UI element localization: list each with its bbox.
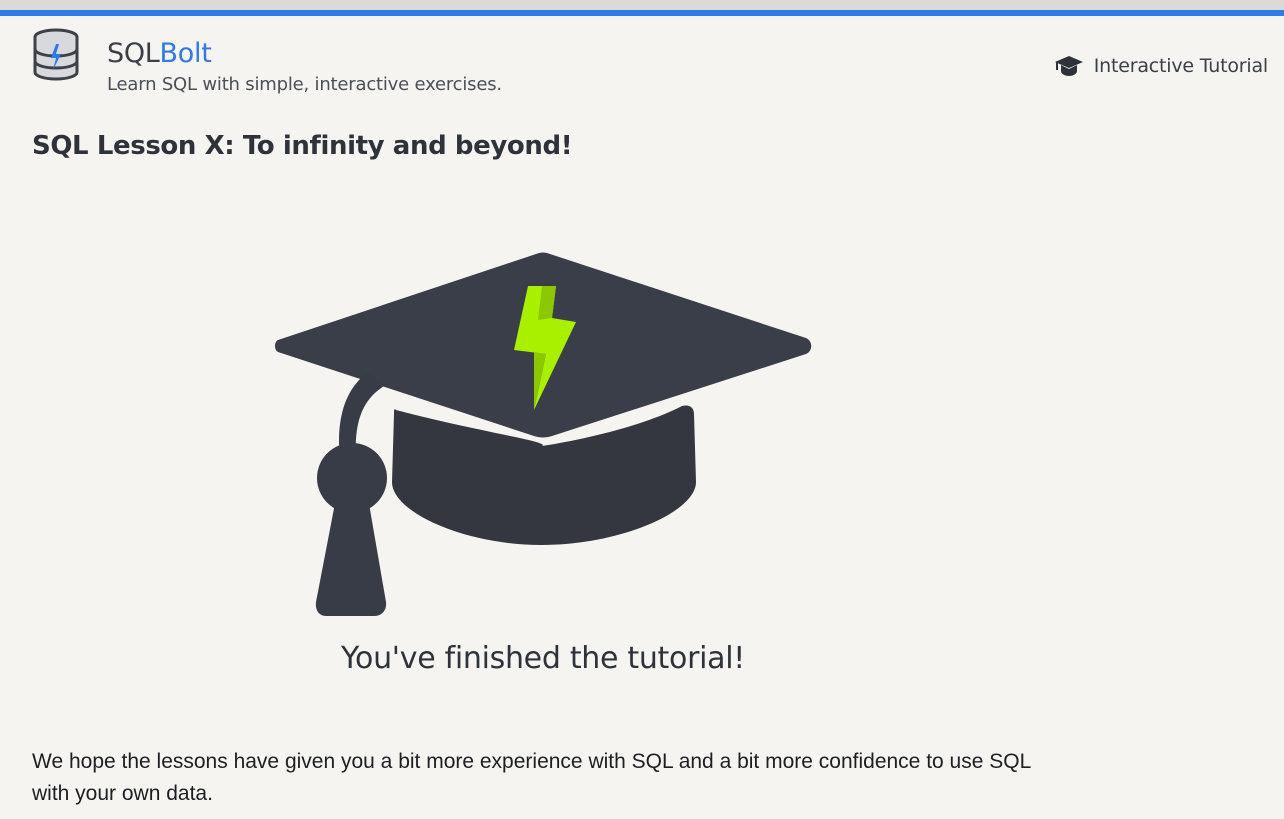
graduation-cap-bolt-icon <box>275 252 812 616</box>
lesson-title: SQL Lesson X: To infinity and beyond! <box>32 131 573 161</box>
brand-suffix: Bolt <box>159 38 212 69</box>
top-bar <box>0 0 1284 10</box>
interactive-tutorial-link[interactable]: Interactive Tutorial <box>1054 53 1268 79</box>
database-bolt-icon[interactable] <box>32 28 80 82</box>
finish-message: You've finished the tutorial! <box>340 641 745 676</box>
lesson-body-text: We hope the lessons have given you a bit… <box>32 750 1031 805</box>
brand-title[interactable]: SQLBolt <box>107 38 212 70</box>
brand-subtitle: Learn SQL with simple, interactive exerc… <box>107 74 502 95</box>
interactive-tutorial-label: Interactive Tutorial <box>1093 55 1268 77</box>
graduation-cap-icon <box>1054 56 1083 76</box>
brand-prefix: SQL <box>107 38 160 69</box>
